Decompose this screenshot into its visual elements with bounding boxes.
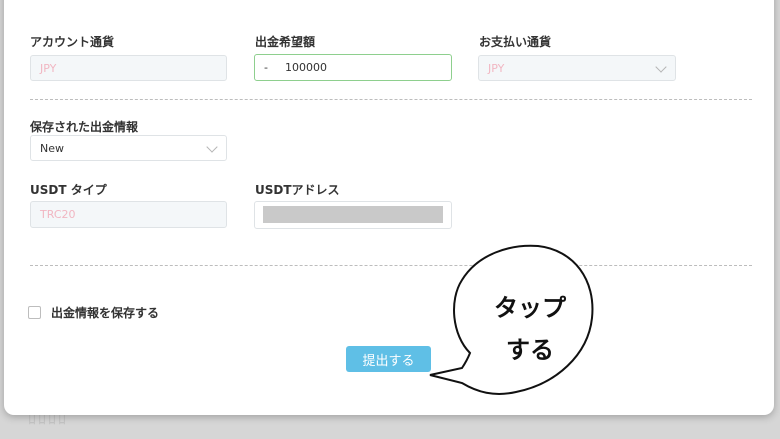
callout-line-2: する — [506, 336, 554, 364]
tap-callout-bubble — [429, 244, 594, 395]
callout-line-1: タップ — [494, 294, 566, 322]
